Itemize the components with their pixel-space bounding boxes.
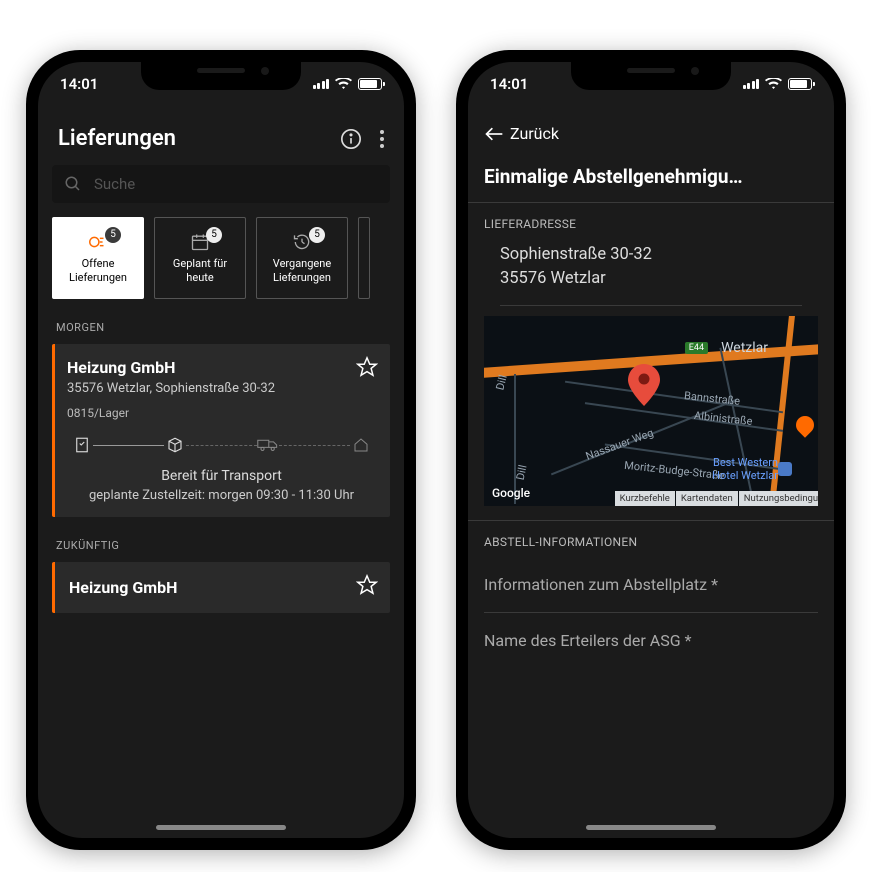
signal-icon [313, 79, 330, 89]
page-title: Lieferungen [58, 126, 176, 151]
screen-left: 14:01 Lieferungen Suche [38, 62, 404, 838]
notch-camera [691, 67, 699, 75]
wifi-icon [335, 78, 352, 90]
input-placeholder: Name des Erteilers der ASG * [484, 631, 691, 650]
progress-node-packed [164, 434, 186, 456]
home-indicator[interactable] [156, 825, 286, 830]
back-arrow-icon [484, 126, 504, 142]
input-abstellplatz[interactable]: Informationen zum Abstellplatz * [484, 557, 818, 613]
card-address: 35576 Wetzlar, Sophienstraße 30-32 [67, 381, 376, 396]
card-eta: geplante Zustellzeit: morgen 09:30 - 11:… [67, 488, 376, 503]
back-button[interactable]: Zurück [468, 106, 834, 157]
status-right [313, 78, 383, 90]
map-route-badge: E44 [685, 342, 708, 354]
phone-right: 14:01 Zurück Einmalige Abstellgenehmigu…… [456, 50, 846, 850]
google-logo: Google [492, 486, 530, 500]
status-right [743, 78, 813, 90]
tab-badge: 5 [309, 227, 325, 243]
input-placeholder: Informationen zum Abstellplatz * [484, 575, 718, 594]
home-indicator[interactable] [586, 825, 716, 830]
map-hotel-icon [778, 462, 792, 476]
search-placeholder: Suche [94, 175, 135, 193]
map-river-label: Dill [493, 373, 509, 391]
map-street-label: Moritz-Budge-Straße [624, 459, 725, 482]
wifi-icon [765, 78, 782, 90]
map-city-label: Wetzlar [721, 340, 768, 356]
favorite-icon[interactable] [356, 574, 378, 600]
section-lieferadresse: LIEFERADRESSE [468, 203, 834, 239]
tab-label: Offene [82, 257, 115, 270]
battery-icon [788, 78, 812, 90]
filter-tabs: 5 OffeneLieferungen 5 Geplant fürheute 5… [38, 217, 404, 313]
tab-open-deliveries[interactable]: 5 OffeneLieferungen [52, 217, 144, 299]
page-header: Lieferungen [38, 106, 404, 165]
card-reference: 0815/Lager [67, 406, 376, 420]
notch-camera [261, 67, 269, 75]
tab-label: Vergangene [273, 257, 331, 270]
delivery-address: Sophienstraße 30-32 35576 Wetzlar [500, 239, 802, 306]
card-status: Bereit für Transport [67, 468, 376, 484]
delivery-card-future[interactable]: Heizung GmbH [52, 562, 390, 613]
tab-badge: 5 [206, 227, 222, 243]
section-label-morgen: MORGEN [38, 313, 404, 344]
notch-grill [197, 68, 245, 73]
tab-planned-today[interactable]: 5 Geplant fürheute [154, 217, 246, 299]
card-company: Heizung GmbH [67, 358, 376, 377]
map-street-label: Bannstraße [683, 389, 740, 408]
card-company: Heizung GmbH [69, 578, 376, 597]
map-poi-icon [792, 412, 817, 437]
search-input[interactable]: Suche [52, 165, 390, 203]
page-title: Einmalige Abstellgenehmigu… [468, 157, 834, 202]
battery-icon [358, 78, 382, 90]
map-view[interactable]: E44 Wetzlar Bannstraße Albinistraße Nass… [484, 316, 818, 506]
notch-grill [627, 68, 675, 73]
map-street-label: Nassauer Weg [584, 426, 655, 463]
map-river-label: Dill [514, 464, 530, 482]
section-label-zukuenftig: ZUKÜNFTIG [38, 531, 404, 562]
map-street-label: Albinistraße [693, 409, 753, 428]
input-erteiler[interactable]: Name des Erteilers der ASG * [484, 613, 818, 668]
progress-node-ordered [71, 434, 93, 456]
delivery-progress [67, 434, 376, 456]
section-abstell: ABSTELL-INFORMATIONEN [468, 521, 834, 557]
map-pin-icon [628, 364, 660, 410]
delivery-card[interactable]: Heizung GmbH 35576 Wetzlar, Sophienstraß… [52, 344, 390, 517]
map-hotel-label: Best Western Hotel Wetzlar [712, 456, 778, 482]
back-label: Zurück [510, 124, 559, 143]
tab-label: Geplant für [173, 257, 227, 270]
status-time: 14:01 [490, 75, 528, 93]
progress-node-transit [257, 434, 279, 456]
search-icon [64, 175, 82, 193]
signal-icon [743, 79, 760, 89]
tab-badge: 5 [105, 227, 121, 243]
map-attribution[interactable]: Kurzbefehle Kartendaten Nutzungsbedingun… [614, 491, 818, 506]
tab-past-deliveries[interactable]: 5 VergangeneLieferungen [256, 217, 348, 299]
tab-overflow[interactable] [358, 217, 370, 299]
more-menu-icon[interactable] [380, 130, 384, 148]
favorite-icon[interactable] [356, 356, 378, 382]
phone-left: 14:01 Lieferungen Suche [26, 50, 416, 850]
info-icon[interactable] [340, 128, 362, 150]
status-time: 14:01 [60, 75, 98, 93]
progress-node-delivered [350, 434, 372, 456]
screen-right: 14:01 Zurück Einmalige Abstellgenehmigu…… [468, 62, 834, 838]
